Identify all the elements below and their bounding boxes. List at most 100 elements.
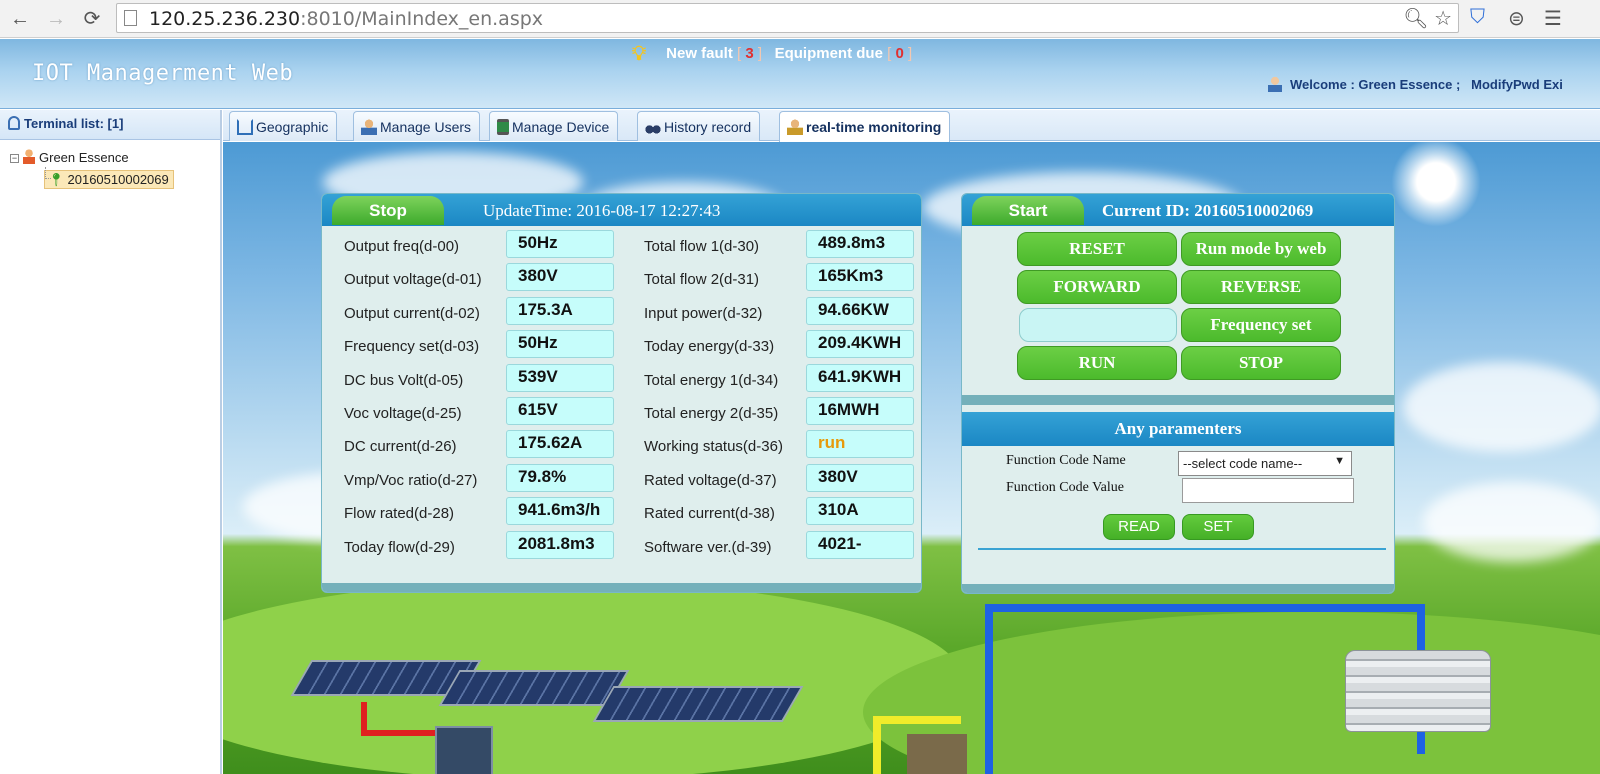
param-label: DC bus Volt(d-05) [344,371,464,389]
bookmark-star-icon[interactable]: ☆ [1434,8,1452,30]
param-label: DC current(d-26) [344,438,457,456]
stop-button[interactable]: STOP [1181,346,1341,380]
app-title: IOT Managerment Web [32,61,294,86]
reset-button[interactable]: RESET [1017,232,1177,266]
reload-icon[interactable]: ⟳ [80,7,104,31]
run-button[interactable]: RUN [1017,346,1177,380]
monitoring-panel: Stop UpdateTime: 2016-08-17 12:27:43 Out… [321,193,922,593]
function-code-value-input[interactable] [1182,478,1354,503]
read-button[interactable]: READ [1103,514,1175,540]
param-label: Flow rated(d-28) [344,505,455,523]
param-value: 4021- [806,530,914,559]
param-label: Total energy 2(d-35) [644,405,779,422]
param-label: Today energy(d-33) [644,338,775,356]
param-label: Today flow(d-29) [344,538,455,556]
page-icon [124,10,137,26]
tab-manage-device[interactable]: Manage Device [489,111,619,141]
param-label: Voc voltage(d-25) [344,405,462,422]
param-label: Input power(d-32) [644,304,763,322]
terminal-list-title: Terminal list: [1] [24,116,124,131]
lightbulb-icon: 💡︎ [632,43,646,65]
control-panel-header: Start Current ID: 20160510002069 [962,194,1394,226]
address-bar[interactable]: 120.25.236.230:8010/MainIndex_en.aspx 🔍︎… [116,3,1459,33]
exit-link[interactable]: Exi [1543,77,1563,92]
frequency-set-button[interactable]: Frequency set [1181,308,1341,342]
reader-extension-icon[interactable]: ⊜ [1508,6,1525,31]
tree-group-row[interactable]: − Green Essence [10,149,220,169]
forward-icon[interactable]: → [44,7,68,31]
tree-device-row[interactable]: 📍︎ 20160510002069 [10,167,220,190]
param-label: Frequency set(d-03) [344,338,480,356]
param-value: 94.66KW [806,296,914,325]
user-outline-icon [8,116,20,130]
collapse-icon[interactable]: − [10,154,19,163]
param-label: Rated current(d-38) [644,505,775,523]
welcome-text: Welcome : Green Essence ; [1290,77,1461,92]
fault-bar: 💡︎ New fault [ 3 ] Equipment due [ 0 ] [632,43,912,66]
stop-state-button[interactable]: Stop [332,196,444,225]
param-label: Output voltage(d-01) [344,271,482,289]
function-code-select[interactable]: --select code name-- ▼ [1178,451,1352,476]
param-label: Total flow 1(d-30) [644,238,760,255]
forward-button[interactable]: FORWARD [1017,270,1177,304]
start-button[interactable]: Start [972,196,1084,225]
param-value: 380V [806,463,914,492]
param-label: Output freq(d-00) [344,238,460,255]
modify-password-link[interactable]: ModifyPwd [1471,77,1540,92]
group-user-icon [23,149,35,164]
tree-device-item[interactable]: 📍︎ 20160510002069 [44,170,174,189]
param-value: 165Km3 [806,263,914,292]
fault-count: 3 [745,45,754,62]
equipment-due-link[interactable]: Equipment due [ 0 ] [775,45,913,62]
param-label: Total flow 2(d-31) [644,271,760,289]
tree-device-label: 20160510002069 [67,172,169,187]
param-value: 615V [506,397,614,425]
current-id: Current ID: 20160510002069 [1102,201,1314,220]
solar-panel [438,670,630,706]
terminal-list-panel: Terminal list: [1] − Green Essence 📍︎ 2016… [0,110,222,774]
set-button[interactable]: SET [1182,514,1254,540]
param-label: Total energy 1(d-34) [644,371,779,389]
tab-bar: Geographic Manage Users Manage Device Hi… [223,110,1600,142]
param-value: 2081.8m3 [506,530,614,559]
param-value: 641.9KWH [806,363,914,392]
run-mode-by-web-button[interactable]: Run mode by web [1181,232,1341,266]
frequency-input[interactable] [1019,308,1177,342]
monitoring-panel-header: Stop UpdateTime: 2016-08-17 12:27:43 [322,194,921,226]
new-fault-link[interactable]: New fault [ 3 ] [666,45,762,62]
tab-history-record[interactable]: History record [637,111,761,141]
param-value: 79.8% [506,463,614,492]
water-tank [1345,650,1491,732]
inverter-box [435,726,493,774]
param-label: Vmp/Voc ratio(d-27) [344,471,478,489]
param-value: run [806,430,914,459]
function-code-name-label: Function Code Name [1006,453,1126,468]
update-time: UpdateTime: 2016-08-17 12:27:43 [483,201,721,220]
device-icon [497,119,509,135]
tab-real-time-monitoring[interactable]: real-time monitoring [779,111,951,142]
param-value: 539V [506,363,614,392]
tab-geographic[interactable]: Geographic [229,111,338,141]
param-value: 175.62A [506,430,614,459]
tree-group-label: Green Essence [39,150,129,165]
reverse-button[interactable]: REVERSE [1181,270,1341,304]
user-icon [361,119,377,135]
equipment-count: 0 [895,45,904,62]
binoculars-icon [645,119,661,135]
welcome-area: Welcome : Green Essence ; ModifyPwd Exi [1268,76,1563,92]
param-value: 310A [806,497,914,526]
url-text: 120.25.236.230:8010/MainIndex_en.aspx [149,8,544,30]
terminal-tree: − Green Essence 📍︎ 20160510002069 [0,140,220,190]
parameters-header: Any paramenters [962,412,1394,446]
dropdown-arrow-icon: ▼ [1334,455,1345,467]
shield-extension-icon[interactable]: ⛉ [1470,6,1485,29]
param-value: 16MWH [806,397,914,425]
back-icon[interactable]: ← [8,7,32,31]
param-value: 50Hz [506,230,614,258]
menu-icon[interactable]: ☰ [1544,6,1562,31]
solar-panel [592,686,804,722]
param-label: Software ver.(d-39) [644,538,772,556]
param-value: 50Hz [506,330,614,359]
tab-manage-users[interactable]: Manage Users [353,111,481,141]
zoom-icon[interactable]: 🔍︎ [1403,8,1428,30]
